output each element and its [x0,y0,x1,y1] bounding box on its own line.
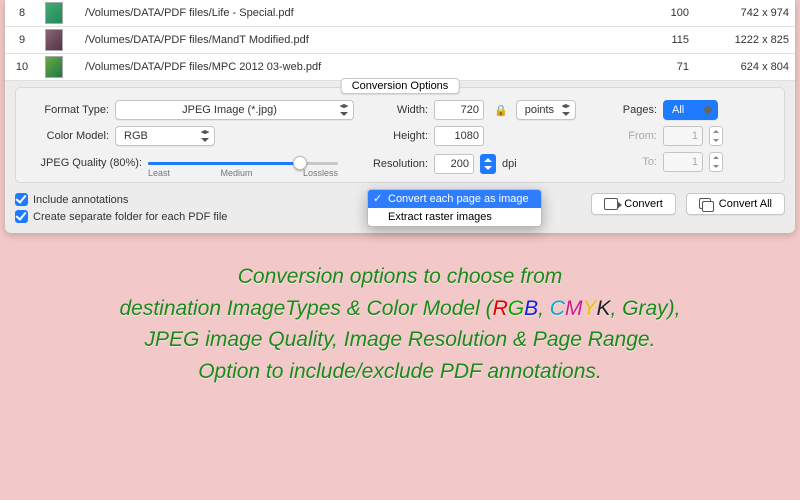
width-label: Width: [368,104,428,116]
export-icon [604,198,618,210]
file-pages: 100 [635,0,695,27]
from-label: From: [612,130,657,142]
resolution-stepper[interactable] [480,154,496,174]
color-model-label: Color Model: [24,130,109,142]
include-annotations-checkbox[interactable]: Include annotations [15,193,227,206]
conversion-options-panel: Conversion Options Format Type: JPEG Ima… [15,87,785,183]
file-thumbnail [39,54,79,81]
jpeg-quality-label: JPEG Quality (80%): [24,157,142,169]
color-model-select[interactable]: RGB [115,126,215,146]
checkmark-icon [15,210,28,223]
file-path: /Volumes/DATA/PDF files/Life - Special.p… [79,0,635,27]
app-window: 8 /Volumes/DATA/PDF files/Life - Special… [5,0,795,233]
file-thumbnail [39,27,79,54]
promo-caption: Conversion options to choose from destin… [0,261,800,387]
format-type-select[interactable]: JPEG Image (*.jpg) [115,100,354,120]
file-path: /Volumes/DATA/PDF files/MPC 2012 03-web.… [79,54,635,81]
dpi-label: dpi [502,158,517,170]
format-type-label: Format Type: [24,104,109,116]
pages-select[interactable]: All [663,100,718,120]
file-dimensions: 1222 x 825 [695,27,795,54]
slider-tick-least: Least [148,168,170,178]
convert-button[interactable]: Convert [591,193,676,215]
units-select[interactable]: points [516,100,576,120]
multi-export-icon [699,198,713,210]
height-label: Height: [368,130,428,142]
table-row[interactable]: 9 /Volumes/DATA/PDF files/MandT Modified… [5,27,795,54]
row-index: 8 [5,0,39,27]
row-index: 9 [5,27,39,54]
row-index: 10 [5,54,39,81]
file-dimensions: 742 x 974 [695,0,795,27]
from-stepper [709,126,723,146]
file-path: /Volumes/DATA/PDF files/MandT Modified.p… [79,27,635,54]
file-dimensions: 624 x 804 [695,54,795,81]
table-row[interactable]: 10 /Volumes/DATA/PDF files/MPC 2012 03-w… [5,54,795,81]
width-input[interactable]: 720 [434,100,484,120]
lock-icon[interactable]: 🔒 [494,104,508,117]
file-pages: 71 [635,54,695,81]
to-input: 1 [663,152,703,172]
file-thumbnail [39,0,79,27]
jpeg-quality-slider[interactable]: Least Medium Lossless [148,154,338,172]
convert-mode-dropdown[interactable]: Convert each page as image Extract raste… [367,189,542,227]
convert-all-button[interactable]: Convert All [686,193,785,215]
slider-tick-lossless: Lossless [303,168,338,178]
checkmark-icon [15,193,28,206]
to-label: To: [612,156,657,168]
mode-convert-each-page[interactable]: Convert each page as image [368,190,541,208]
file-table: 8 /Volumes/DATA/PDF files/Life - Special… [5,0,795,81]
height-input[interactable]: 1080 [434,126,484,146]
resolution-input[interactable]: 200 [434,154,474,174]
bottom-bar: Include annotations Create separate fold… [5,187,795,233]
pages-label: Pages: [612,104,657,116]
resolution-label: Resolution: [368,158,428,170]
to-stepper [709,152,723,172]
panel-legend: Conversion Options [341,78,460,94]
table-row[interactable]: 8 /Volumes/DATA/PDF files/Life - Special… [5,0,795,27]
file-pages: 115 [635,27,695,54]
slider-tick-medium: Medium [221,168,253,178]
from-input: 1 [663,126,703,146]
mode-extract-raster[interactable]: Extract raster images [368,208,541,226]
separate-folder-checkbox[interactable]: Create separate folder for each PDF file [15,210,227,223]
